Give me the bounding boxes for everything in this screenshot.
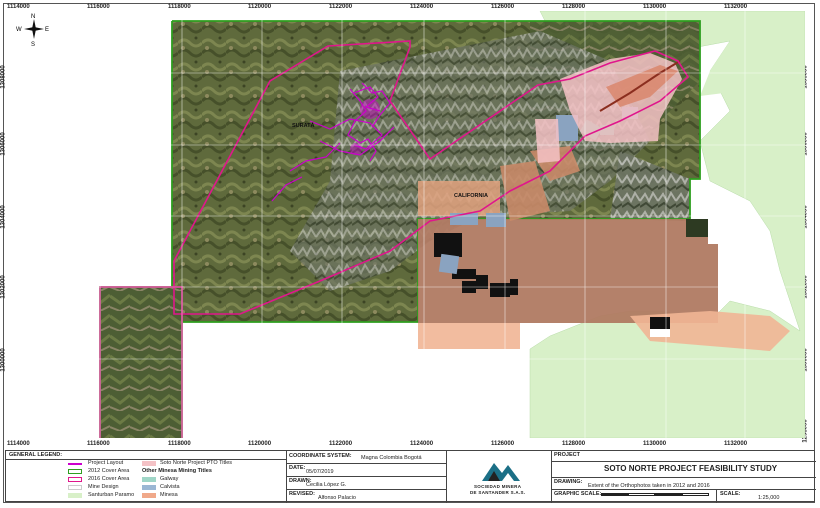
date-label: DATE:	[289, 465, 306, 471]
scale-label: SCALE:	[720, 491, 741, 497]
drawing-label: DRAWING:	[554, 479, 583, 485]
legend-title: GENERAL LEGEND:	[9, 452, 63, 458]
project-layout-cluster	[360, 99, 380, 119]
cover-2012-swatch	[68, 469, 82, 474]
x-tick: 1126000	[491, 4, 515, 10]
x-tick: 1120000	[248, 4, 272, 10]
santurban-swatch	[68, 493, 82, 498]
y-tick: 1308000	[0, 65, 7, 89]
x-tick: 1118000	[168, 4, 191, 10]
title-block: GENERAL LEGEND: Project Layout 2012 Cove…	[5, 450, 816, 503]
mountain-logo-icon	[482, 463, 520, 481]
pto-swatch	[142, 461, 156, 466]
y-tick: 1302000	[0, 275, 7, 299]
x-tick: 1132000	[724, 441, 748, 447]
project-layout-swatch	[68, 463, 82, 465]
date-value: 05/07/2019	[306, 469, 334, 475]
place-label-surata: SURATÁ	[292, 122, 315, 129]
x-tick: 1130000	[643, 4, 667, 10]
coordinate-system-label: COORDINATE SYSTEM:	[289, 453, 352, 459]
project-title: SOTO NORTE PROJECT FEASIBILITY STUDY	[604, 464, 778, 473]
place-label-california: CALIFORNIA	[454, 193, 488, 199]
other-titles-header: Other Minesa Mining Titles	[142, 468, 212, 474]
cover-2016-swatch	[68, 477, 82, 482]
graphic-scale-label: GRAPHIC SCALE:	[554, 491, 602, 497]
coordinate-system-value: Magna Colombia Bogotá	[361, 455, 422, 461]
scale-value: 1:25,000	[758, 495, 780, 501]
x-tick: 1122000	[329, 441, 353, 447]
svg-text:N: N	[31, 14, 35, 20]
svg-text:E: E	[45, 27, 49, 33]
x-tick: 1132000	[724, 4, 748, 10]
galway-swatch	[142, 477, 156, 482]
x-tick: 1124000	[410, 441, 434, 447]
company-logo: SOCIEDAD MINERA DE SANTANDER S.A.S.	[468, 455, 532, 501]
calvista-swatch	[142, 485, 156, 490]
project-label: PROJECT	[554, 452, 580, 458]
x-tick: 1124000	[410, 4, 434, 10]
x-tick: 1126000	[491, 441, 515, 447]
x-tick: 1122000	[329, 4, 353, 10]
x-tick: 1116000	[87, 4, 110, 10]
revised-label: REVISED:	[289, 491, 315, 497]
mine-design-swatch	[68, 485, 82, 490]
x-tick: 1130000	[643, 441, 667, 447]
drawing-value: Extent of the Orthophotos taken in 2012 …	[588, 483, 710, 489]
x-tick: 1114000	[7, 4, 30, 10]
graphic-scale-bar	[601, 493, 709, 497]
drawn-value: Cecilia López G.	[306, 482, 347, 488]
y-tick: 1306000	[0, 132, 7, 156]
x-tick: 1118000	[168, 441, 191, 447]
revised-value: Alfonso Palacio	[318, 495, 356, 501]
y-tick: 1300000	[0, 348, 7, 372]
compass-rose: N S E W	[16, 14, 49, 48]
minesa-swatch	[142, 493, 156, 498]
x-tick: 1128000	[562, 441, 586, 447]
x-tick: 1128000	[562, 4, 586, 10]
svg-text:S: S	[31, 42, 35, 48]
map-canvas[interactable]: SURATÁ CALIFORNIA N S E W	[10, 11, 805, 438]
x-tick: 1120000	[248, 441, 272, 447]
x-tick: 1114000	[7, 441, 30, 447]
svg-text:W: W	[16, 27, 22, 33]
y-tick: 1304000	[0, 205, 7, 229]
x-tick: 1116000	[87, 441, 110, 447]
